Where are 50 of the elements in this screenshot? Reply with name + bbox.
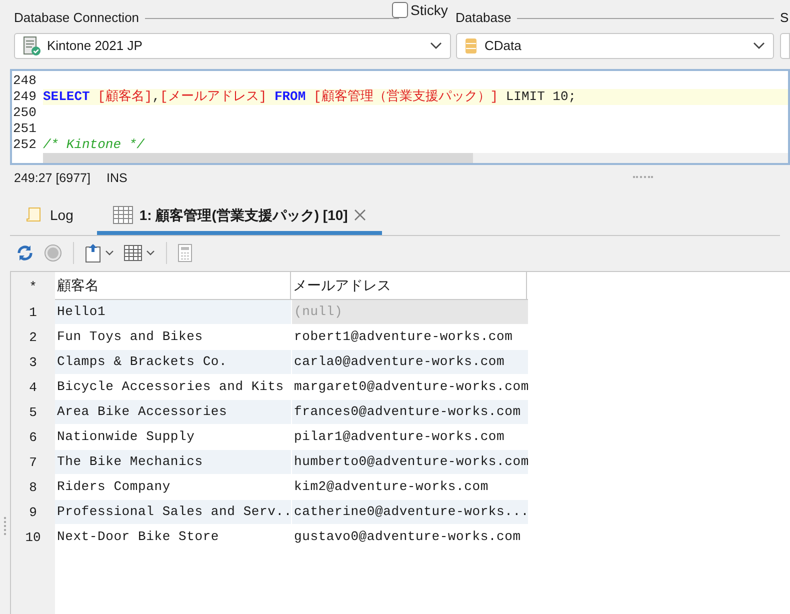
- row-number: 9: [28, 504, 38, 522]
- row-number: 5: [28, 404, 38, 422]
- table-cell: carla0@adventure-works.com: [292, 350, 528, 374]
- splitter-handle[interactable]: [4, 517, 7, 535]
- row-number: 3: [28, 354, 38, 372]
- code-line[interactable]: SELECT [顧客名],[メールアドレス] FROM [顧客管理（営業支援パック）] LIMIT 10;: [43, 89, 576, 105]
- table-cell: Area Bike Accessories: [55, 400, 291, 424]
- export-icon[interactable]: [85, 243, 101, 263]
- table-icon[interactable]: [124, 245, 142, 261]
- row-number: 8: [28, 478, 38, 497]
- row-number: 4: [28, 378, 38, 397]
- column-header[interactable]: 顧客名: [55, 272, 291, 299]
- insert-mode: INS: [106, 170, 128, 187]
- column-header[interactable]: メールアドレス: [291, 272, 527, 299]
- caret-icon[interactable]: [105, 250, 114, 256]
- field-label: Database: [456, 9, 512, 28]
- splitter-handle[interactable]: [633, 176, 653, 179]
- table-cell: Clamps & Brackets Co.: [55, 350, 291, 374]
- table-cell: Hello1: [55, 300, 291, 324]
- field-label: Database Connection: [14, 9, 140, 28]
- chevron-icon: [753, 42, 765, 50]
- database-check-icon: [23, 36, 41, 56]
- tab[interactable]: 1: 顧客管理(営業支援パック) [10]: [97, 199, 382, 235]
- sticky-checkbox[interactable]: Sticky: [392, 0, 448, 20]
- refresh-icon[interactable]: [16, 244, 34, 262]
- row-header-corner: *: [29, 277, 37, 296]
- table-cell: (null): [292, 300, 528, 324]
- row-number: 2: [28, 328, 38, 347]
- cursor-position: 249:27 [6977]: [14, 170, 90, 187]
- database-icon: [464, 38, 477, 54]
- close-icon[interactable]: [354, 209, 366, 221]
- table-cell: Professional Sales and Serv..: [55, 500, 291, 524]
- field-label: S: [780, 9, 790, 27]
- row-number: 10: [24, 528, 42, 547]
- tab[interactable]: Log: [10, 199, 90, 235]
- connection-dropdown[interactable]: Kintone 2021 JP: [14, 33, 451, 59]
- scrollbar-thumb[interactable]: [43, 153, 473, 163]
- row-number: 6: [28, 428, 38, 447]
- table-cell: The Bike Mechanics: [55, 450, 291, 474]
- sql-editor[interactable]: 248 249 SELECT [顧客名],[メールアドレス] FROM [顧客管理（営業支援パック）] LIMIT 10; 250 251 252 /* Kintone */: [10, 69, 790, 165]
- caret-icon[interactable]: [146, 250, 155, 256]
- chevron-icon: [430, 42, 442, 50]
- table-cell: frances0@adventure-works.com: [292, 400, 528, 424]
- database-dropdown[interactable]: CData: [456, 33, 774, 59]
- row-number: 7: [28, 454, 38, 472]
- table-cell: humberto0@adventure-works.com: [292, 450, 528, 474]
- table-icon: [113, 206, 134, 224]
- line-number: 249: [12, 89, 43, 105]
- row-number: 1: [28, 304, 38, 322]
- table-cell: catherine0@adventure-works...: [292, 500, 528, 524]
